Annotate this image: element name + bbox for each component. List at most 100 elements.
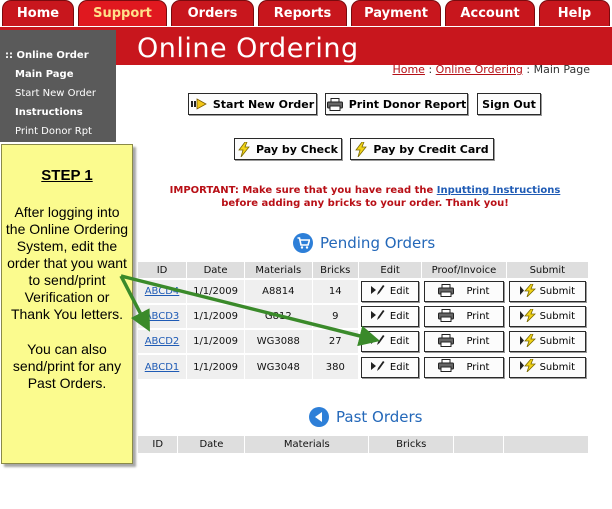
order-materials-cell: A8814 bbox=[244, 278, 313, 304]
start-new-order-button[interactable]: Start New Order bbox=[188, 93, 317, 115]
sidebar: :: Online Order Main Page Start New Orde… bbox=[0, 30, 116, 142]
order-id-cell: ABCD2 bbox=[138, 328, 188, 354]
lightning-icon bbox=[355, 141, 368, 157]
breadcrumb-online-ordering[interactable]: Online Ordering bbox=[436, 63, 523, 76]
page-title: Online Ordering bbox=[137, 33, 359, 64]
nav-tab-reports[interactable]: Reports bbox=[258, 0, 347, 26]
pay-by-credit-card-button[interactable]: Pay by Credit Card bbox=[350, 138, 494, 160]
order-id-link[interactable]: ABCD1 bbox=[145, 362, 180, 373]
printer-icon bbox=[438, 283, 455, 300]
edit-cell: Edit bbox=[358, 328, 423, 354]
order-bricks-cell: 9 bbox=[312, 303, 359, 329]
col-header-date: Date bbox=[177, 436, 246, 453]
breadcrumb-separator: : bbox=[522, 63, 534, 76]
order-id-link[interactable]: ABCD2 bbox=[145, 336, 180, 347]
order-bricks-cell: 14 bbox=[312, 278, 359, 304]
print-label: Print bbox=[466, 361, 490, 373]
print-button[interactable]: Print bbox=[424, 281, 504, 302]
edit-cell: Edit bbox=[358, 303, 423, 329]
nav-tab-payment[interactable]: Payment bbox=[351, 0, 441, 26]
nav-tab-support[interactable]: Support bbox=[78, 0, 167, 26]
pencil-icon bbox=[370, 360, 385, 375]
printer-icon bbox=[438, 359, 455, 375]
step-callout: STEP 1 After logging into the Online Ord… bbox=[1, 144, 133, 464]
printer-icon bbox=[438, 308, 455, 325]
edit-button[interactable]: Edit bbox=[360, 306, 420, 327]
breadcrumb-home[interactable]: Home bbox=[392, 63, 424, 76]
order-id-cell: ABCD1 bbox=[138, 353, 188, 379]
print-label: Print bbox=[466, 286, 490, 297]
order-id-cell: ABCD4 bbox=[138, 278, 188, 304]
callout-text-secondary: You can also send/print for any Past Ord… bbox=[12, 341, 122, 391]
inputting-instructions-link[interactable]: Inputting Instructions bbox=[437, 185, 561, 196]
col-header-bricks: Bricks bbox=[368, 436, 455, 453]
pending-orders-title: Pending Orders bbox=[320, 234, 436, 252]
edit-label: Edit bbox=[389, 336, 410, 347]
order-materials-cell: WG3088 bbox=[244, 328, 313, 354]
lightning-icon bbox=[519, 358, 537, 375]
printer-icon bbox=[438, 333, 455, 350]
submit-cell: Submit bbox=[506, 328, 590, 354]
edit-cell: Edit bbox=[358, 353, 423, 379]
col-header-date: Date bbox=[186, 262, 246, 279]
pending-orders-heading: Pending Orders bbox=[293, 233, 435, 253]
pay-by-credit-card-label: Pay by Credit Card bbox=[373, 142, 489, 156]
submit-label: Submit bbox=[539, 286, 576, 297]
edit-button[interactable]: Edit bbox=[360, 281, 420, 302]
sidebar-item-start-new-order[interactable]: Start New Order bbox=[0, 84, 116, 103]
sidebar-item-online-order[interactable]: :: Online Order bbox=[0, 46, 116, 65]
nav-tab-home[interactable]: Home bbox=[2, 0, 74, 26]
lightning-icon bbox=[519, 333, 537, 350]
submit-label: Submit bbox=[539, 336, 576, 347]
submit-button[interactable]: Submit bbox=[508, 306, 586, 327]
edit-button[interactable]: Edit bbox=[360, 356, 420, 378]
order-id-link[interactable]: ABCD4 bbox=[145, 286, 180, 297]
nav-tab-orders[interactable]: Orders bbox=[171, 0, 254, 26]
table-row: ABCD4 1/1/2009 A8814 14 Edit Print Submit bbox=[138, 278, 590, 304]
top-nav: Home Support Orders Reports Payment Acco… bbox=[0, 0, 612, 27]
notice-suffix: before adding any bricks to your order. … bbox=[221, 198, 509, 209]
callout-step-title: STEP 1 bbox=[41, 167, 93, 184]
order-materials-cell: G812 bbox=[244, 303, 313, 329]
sidebar-item-instructions[interactable]: Instructions bbox=[0, 103, 116, 122]
col-header-materials: Materials bbox=[244, 262, 313, 279]
print-cell: Print bbox=[421, 328, 507, 354]
sidebar-item-print-donor-rpt[interactable]: Print Donor Rpt bbox=[0, 122, 116, 141]
table-row: ABCD2 1/1/2009 WG3088 27 Edit Print Submit bbox=[138, 328, 590, 354]
print-donor-report-label: Print Donor Report bbox=[348, 97, 467, 111]
pay-by-check-button[interactable]: Pay by Check bbox=[234, 138, 342, 160]
table-header-row: ID Date Materials Bricks bbox=[138, 436, 589, 453]
print-button[interactable]: Print bbox=[424, 306, 504, 327]
sign-out-button[interactable]: Sign Out bbox=[477, 93, 541, 115]
sign-out-label: Sign Out bbox=[482, 97, 536, 111]
edit-label: Edit bbox=[389, 361, 410, 373]
col-header-proof-invoice: Proof/Invoice bbox=[421, 262, 507, 279]
order-bricks-cell: 27 bbox=[312, 328, 359, 354]
print-label: Print bbox=[466, 311, 490, 322]
col-header-blank bbox=[503, 436, 589, 453]
start-new-order-label: Start New Order bbox=[212, 97, 315, 111]
submit-button[interactable]: Submit bbox=[508, 331, 586, 352]
col-header-edit: Edit bbox=[358, 262, 423, 279]
order-bricks-cell: 380 bbox=[312, 353, 359, 379]
sidebar-item-main-page[interactable]: Main Page bbox=[0, 65, 116, 84]
print-donor-report-button[interactable]: Print Donor Report bbox=[325, 93, 468, 115]
edit-button[interactable]: Edit bbox=[360, 331, 420, 352]
nav-tab-help[interactable]: Help bbox=[539, 0, 610, 26]
important-notice: IMPORTANT: Make sure that you have read … bbox=[160, 184, 570, 210]
print-cell: Print bbox=[421, 278, 507, 304]
order-materials-cell: WG3048 bbox=[244, 353, 313, 379]
pay-by-check-label: Pay by Check bbox=[256, 142, 338, 156]
lightning-icon bbox=[519, 308, 537, 325]
col-header-bricks: Bricks bbox=[312, 262, 359, 279]
edit-cell: Edit bbox=[358, 278, 423, 304]
submit-button[interactable]: Submit bbox=[508, 356, 586, 378]
print-label: Print bbox=[466, 336, 490, 347]
submit-button[interactable]: Submit bbox=[508, 281, 586, 302]
order-id-link[interactable]: ABCD3 bbox=[145, 311, 180, 322]
nav-tab-account[interactable]: Account bbox=[445, 0, 535, 26]
pencil-icon bbox=[370, 309, 385, 324]
breadcrumb: Home : Online Ordering : Main Page bbox=[392, 63, 590, 76]
print-button[interactable]: Print bbox=[424, 331, 504, 352]
print-button[interactable]: Print bbox=[424, 356, 504, 378]
